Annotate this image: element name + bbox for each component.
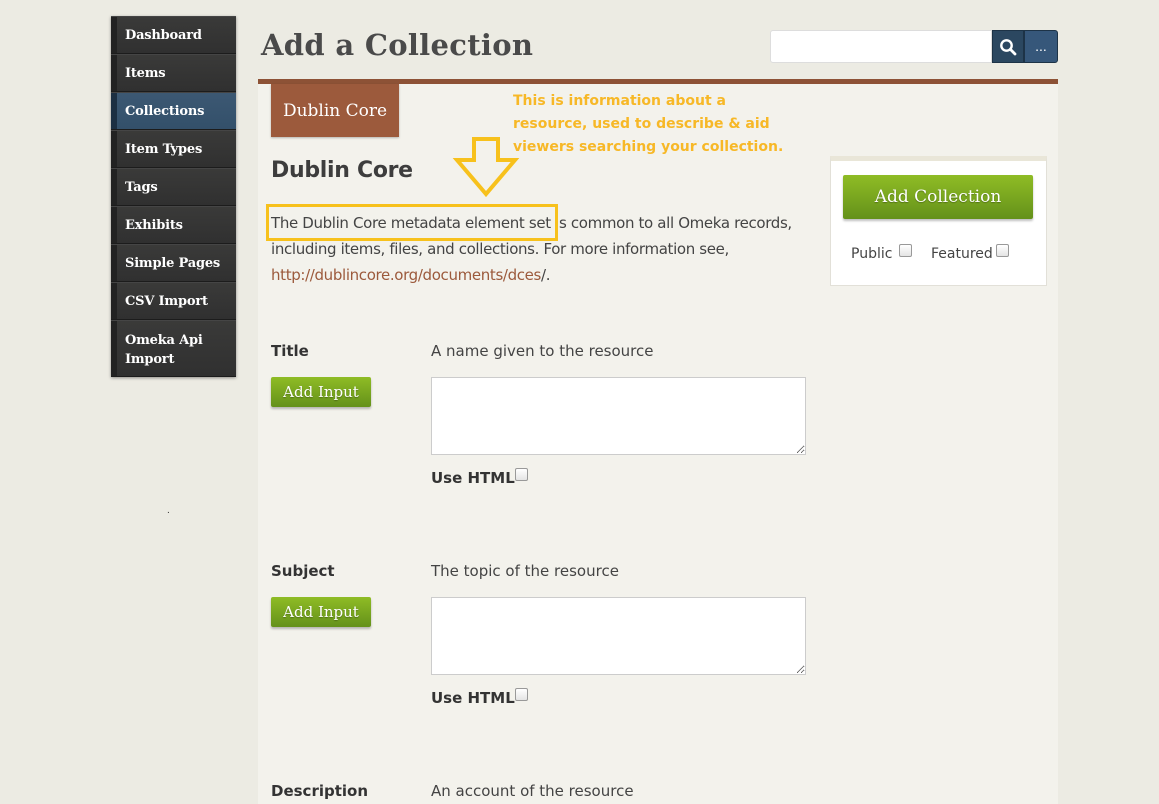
sidebar-nav: Dashboard Items Collections Item Types T… bbox=[111, 16, 236, 377]
search-button[interactable] bbox=[992, 30, 1024, 63]
description-end: /. bbox=[541, 266, 551, 284]
field-label-title: Title bbox=[271, 342, 309, 360]
public-checkbox[interactable] bbox=[899, 244, 912, 257]
field-help-subject: The topic of the resource bbox=[431, 562, 619, 580]
stray-dot: . bbox=[167, 505, 170, 516]
public-label: Public bbox=[851, 246, 893, 262]
add-input-button-title[interactable]: Add Input bbox=[271, 377, 371, 407]
field-help-description: An account of the resource bbox=[431, 782, 634, 800]
annotation-note: This is information about a resource, us… bbox=[513, 93, 784, 155]
featured-label: Featured bbox=[931, 246, 993, 262]
use-html-label-title: Use HTML bbox=[431, 469, 515, 487]
use-html-checkbox-subject[interactable] bbox=[515, 688, 528, 701]
search-icon bbox=[1000, 38, 1017, 55]
nav-item-csv-import[interactable]: CSV Import bbox=[111, 282, 236, 320]
nav-item-items[interactable]: Items bbox=[111, 54, 236, 92]
page-title: Add a Collection bbox=[261, 28, 534, 62]
nav-item-tags[interactable]: Tags bbox=[111, 168, 236, 206]
featured-checkbox[interactable] bbox=[996, 244, 1009, 257]
subject-textarea[interactable] bbox=[431, 597, 806, 675]
arrow-down-icon bbox=[452, 137, 520, 198]
use-html-label-subject: Use HTML bbox=[431, 689, 515, 707]
highlight-box bbox=[266, 204, 558, 241]
nav-item-omeka-api-import[interactable]: Omeka Api Import bbox=[111, 320, 236, 377]
nav-item-collections[interactable]: Collections bbox=[111, 92, 236, 130]
field-help-title: A name given to the resource bbox=[431, 342, 654, 360]
dublin-core-link[interactable]: http://dublincore.org/documents/dces bbox=[271, 266, 541, 284]
nav-item-exhibits[interactable]: Exhibits bbox=[111, 206, 236, 244]
field-label-description: Description bbox=[271, 782, 369, 800]
use-html-checkbox-title[interactable] bbox=[515, 468, 528, 481]
search-input[interactable] bbox=[770, 30, 992, 63]
nav-item-dashboard[interactable]: Dashboard bbox=[111, 16, 236, 54]
add-input-button-subject[interactable]: Add Input bbox=[271, 597, 371, 627]
nav-item-simple-pages[interactable]: Simple Pages bbox=[111, 244, 236, 282]
title-textarea[interactable] bbox=[431, 377, 806, 455]
section-heading: Dublin Core bbox=[271, 158, 413, 183]
nav-item-item-types[interactable]: Item Types bbox=[111, 130, 236, 168]
field-label-subject: Subject bbox=[271, 562, 335, 580]
add-collection-button[interactable]: Add Collection bbox=[843, 175, 1033, 219]
advanced-search-button[interactable]: ... bbox=[1024, 30, 1058, 63]
tab-dublin-core[interactable]: Dublin Core bbox=[271, 84, 399, 137]
